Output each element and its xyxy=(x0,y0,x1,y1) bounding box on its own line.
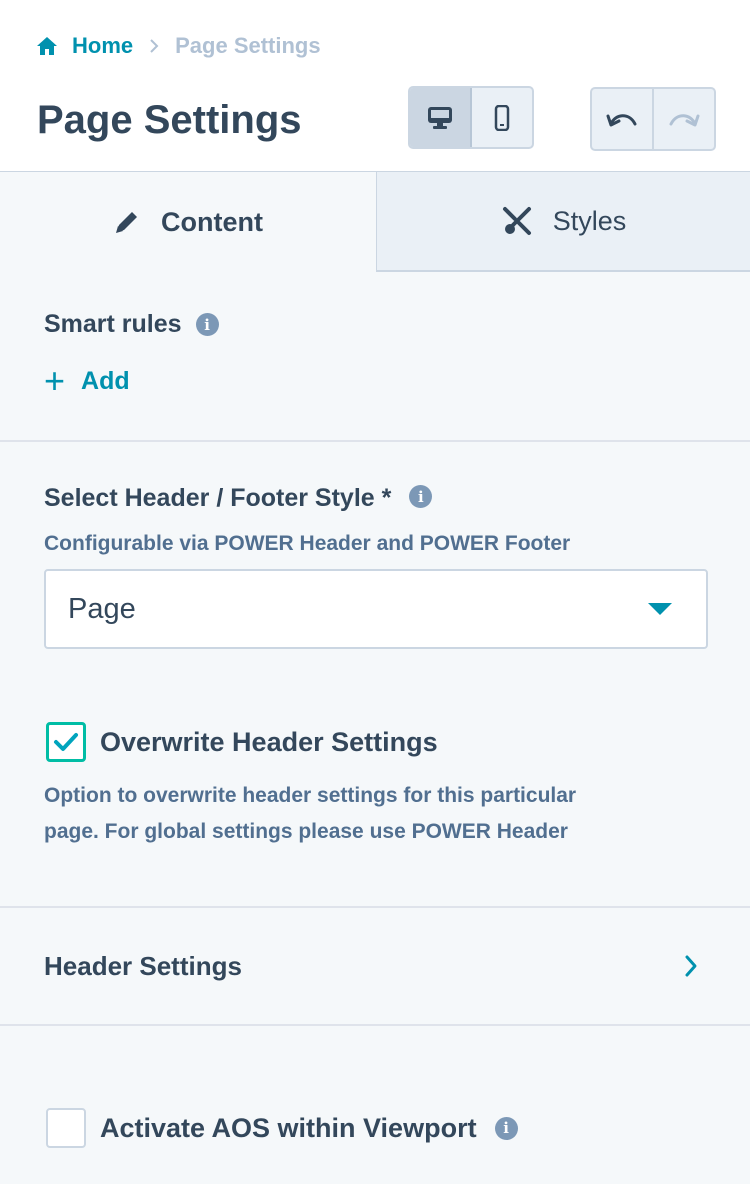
header-footer-label: Select Header / Footer Style * xyxy=(44,484,392,512)
breadcrumb-home-label: Home xyxy=(72,33,134,58)
breadcrumb: Home Page Settings xyxy=(36,30,321,62)
breadcrumb-home-link[interactable]: Home xyxy=(36,33,133,59)
aos-label: Activate AOS within Viewport xyxy=(100,1112,477,1143)
overwrite-header-checkbox[interactable] xyxy=(46,722,86,762)
tab-content-label: Content xyxy=(161,206,263,237)
tab-content[interactable]: Content xyxy=(0,172,376,272)
device-toggle xyxy=(408,86,534,149)
header-settings-label: Header Settings xyxy=(44,950,242,981)
header-footer-heading: Select Header / Footer Style * i xyxy=(44,484,433,513)
header-footer-section: Select Header / Footer Style * i xyxy=(44,484,433,513)
page-title: Page Settings xyxy=(37,98,302,142)
smart-rules-heading: Smart rules i xyxy=(44,310,219,339)
divider xyxy=(0,440,750,442)
desktop-view-button[interactable] xyxy=(410,88,472,147)
mobile-icon xyxy=(494,104,510,131)
tab-styles[interactable]: Styles xyxy=(376,172,750,272)
desktop-icon xyxy=(428,106,452,129)
overwrite-help-line-2: page. For global settings please use POW… xyxy=(44,820,568,843)
info-icon[interactable]: i xyxy=(409,485,433,508)
divider xyxy=(0,1024,750,1026)
pencil-icon xyxy=(116,212,137,233)
redo-button[interactable] xyxy=(654,89,714,149)
plus-icon: + xyxy=(44,360,66,401)
chevron-right-icon xyxy=(685,955,697,977)
info-icon[interactable]: i xyxy=(195,313,219,336)
settings-tabs: Content Styles xyxy=(0,172,750,272)
header-settings-row[interactable]: Header Settings xyxy=(0,908,750,1024)
add-label: Add xyxy=(81,366,130,395)
header-footer-help: Configurable via POWER Header and POWER … xyxy=(44,532,571,555)
overwrite-header-help: Option to overwrite header settings for … xyxy=(44,778,576,850)
breadcrumb-current: Page Settings xyxy=(175,33,321,58)
brush-icon xyxy=(502,207,531,235)
caret-down-icon xyxy=(648,603,672,615)
redo-icon xyxy=(669,114,700,127)
mobile-view-button[interactable] xyxy=(472,88,532,147)
history-controls xyxy=(590,87,716,151)
smart-rules-section: Smart rules i xyxy=(44,310,219,339)
home-icon xyxy=(37,37,57,55)
aos-row: Activate AOS within Viewport i xyxy=(46,1108,518,1148)
info-icon[interactable]: i xyxy=(494,1116,518,1140)
add-smart-rule-button[interactable]: + Add xyxy=(44,360,130,401)
chevron-right-icon xyxy=(149,38,159,54)
overwrite-header-label: Overwrite Header Settings xyxy=(100,726,438,757)
header-footer-select[interactable]: Page xyxy=(44,569,708,649)
overwrite-header-row: Overwrite Header Settings xyxy=(46,722,438,762)
smart-rules-label: Smart rules xyxy=(44,310,182,338)
undo-button[interactable] xyxy=(592,89,654,149)
page-header: Home Page Settings Page Settings xyxy=(0,0,750,172)
aos-checkbox[interactable] xyxy=(46,1108,86,1148)
header-footer-select-value: Page xyxy=(68,592,136,625)
undo-icon xyxy=(606,114,637,127)
overwrite-help-line-1: Option to overwrite header settings for … xyxy=(44,784,577,807)
checkmark-icon xyxy=(54,733,78,751)
tab-styles-label: Styles xyxy=(552,205,627,236)
